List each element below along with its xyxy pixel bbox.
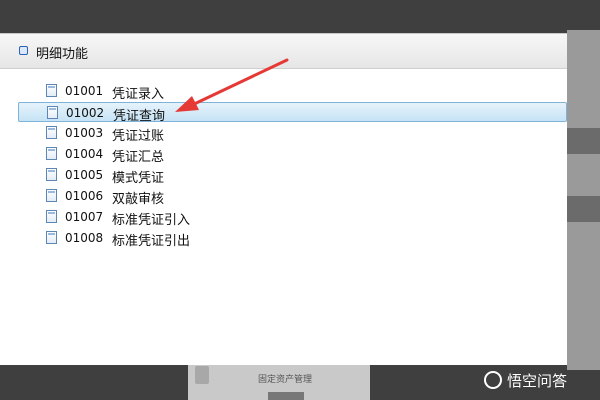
detail-functions-dialog: 明细功能 01001 凭证录入 01002 凭证查询 01003 凭证过账 01… [0,33,567,365]
function-code: 01005 [65,168,104,182]
watermark-text: 悟空问答 [507,371,568,390]
function-code: 01008 [65,231,104,245]
function-code: 01004 [65,147,104,161]
function-code: 01006 [65,189,104,203]
document-icon [46,126,57,139]
function-item-01008[interactable]: 01008 标准凭证引出 [18,228,567,249]
function-item-01006[interactable]: 01006 双敲审核 [18,186,567,207]
function-code: 01001 [65,84,104,98]
document-icon [47,106,58,119]
screen: 固定资产管理 明细功能 01001 凭证录入 01002 凭证查询 01003 … [0,0,600,400]
document-icon [46,84,57,97]
panel-square-icon [19,46,28,55]
function-name: 凭证汇总 [112,150,165,165]
function-item-01005[interactable]: 01005 模式凭证 [18,165,567,186]
dialog-header: 明细功能 [0,34,567,69]
function-item-01002[interactable]: 01002 凭证查询 [18,102,567,124]
function-item-01001[interactable]: 01001 凭证录入 [18,81,567,102]
document-icon [46,147,57,160]
function-name: 双敲审核 [112,192,165,207]
dialog-title: 明细功能 [36,47,89,62]
function-name: 标准凭证引入 [112,213,191,228]
background-module-label: 固定资产管理 [257,375,312,385]
background-app-panel [567,30,600,370]
document-icon [46,189,57,202]
document-icon [46,210,57,223]
function-name: 标准凭证引出 [112,234,191,249]
module-icon [195,366,209,384]
function-name: 模式凭证 [112,171,165,186]
document-icon [46,231,57,244]
function-code: 01002 [66,106,105,120]
watermark: 悟空问答 [484,366,567,394]
function-item-01007[interactable]: 01007 标准凭证引入 [18,207,567,228]
background-module-button [268,392,304,400]
function-item-01003[interactable]: 01003 凭证过账 [18,123,567,144]
wukong-logo-icon [484,371,502,389]
document-icon [46,168,57,181]
function-code: 01003 [65,126,104,140]
function-name: 凭证录入 [112,87,165,102]
background-app-band [567,196,600,222]
function-item-01004[interactable]: 01004 凭证汇总 [18,144,567,165]
background-app-band [567,128,600,154]
function-name: 凭证查询 [113,109,166,124]
function-name: 凭证过账 [112,129,165,144]
function-code: 01007 [65,210,104,224]
